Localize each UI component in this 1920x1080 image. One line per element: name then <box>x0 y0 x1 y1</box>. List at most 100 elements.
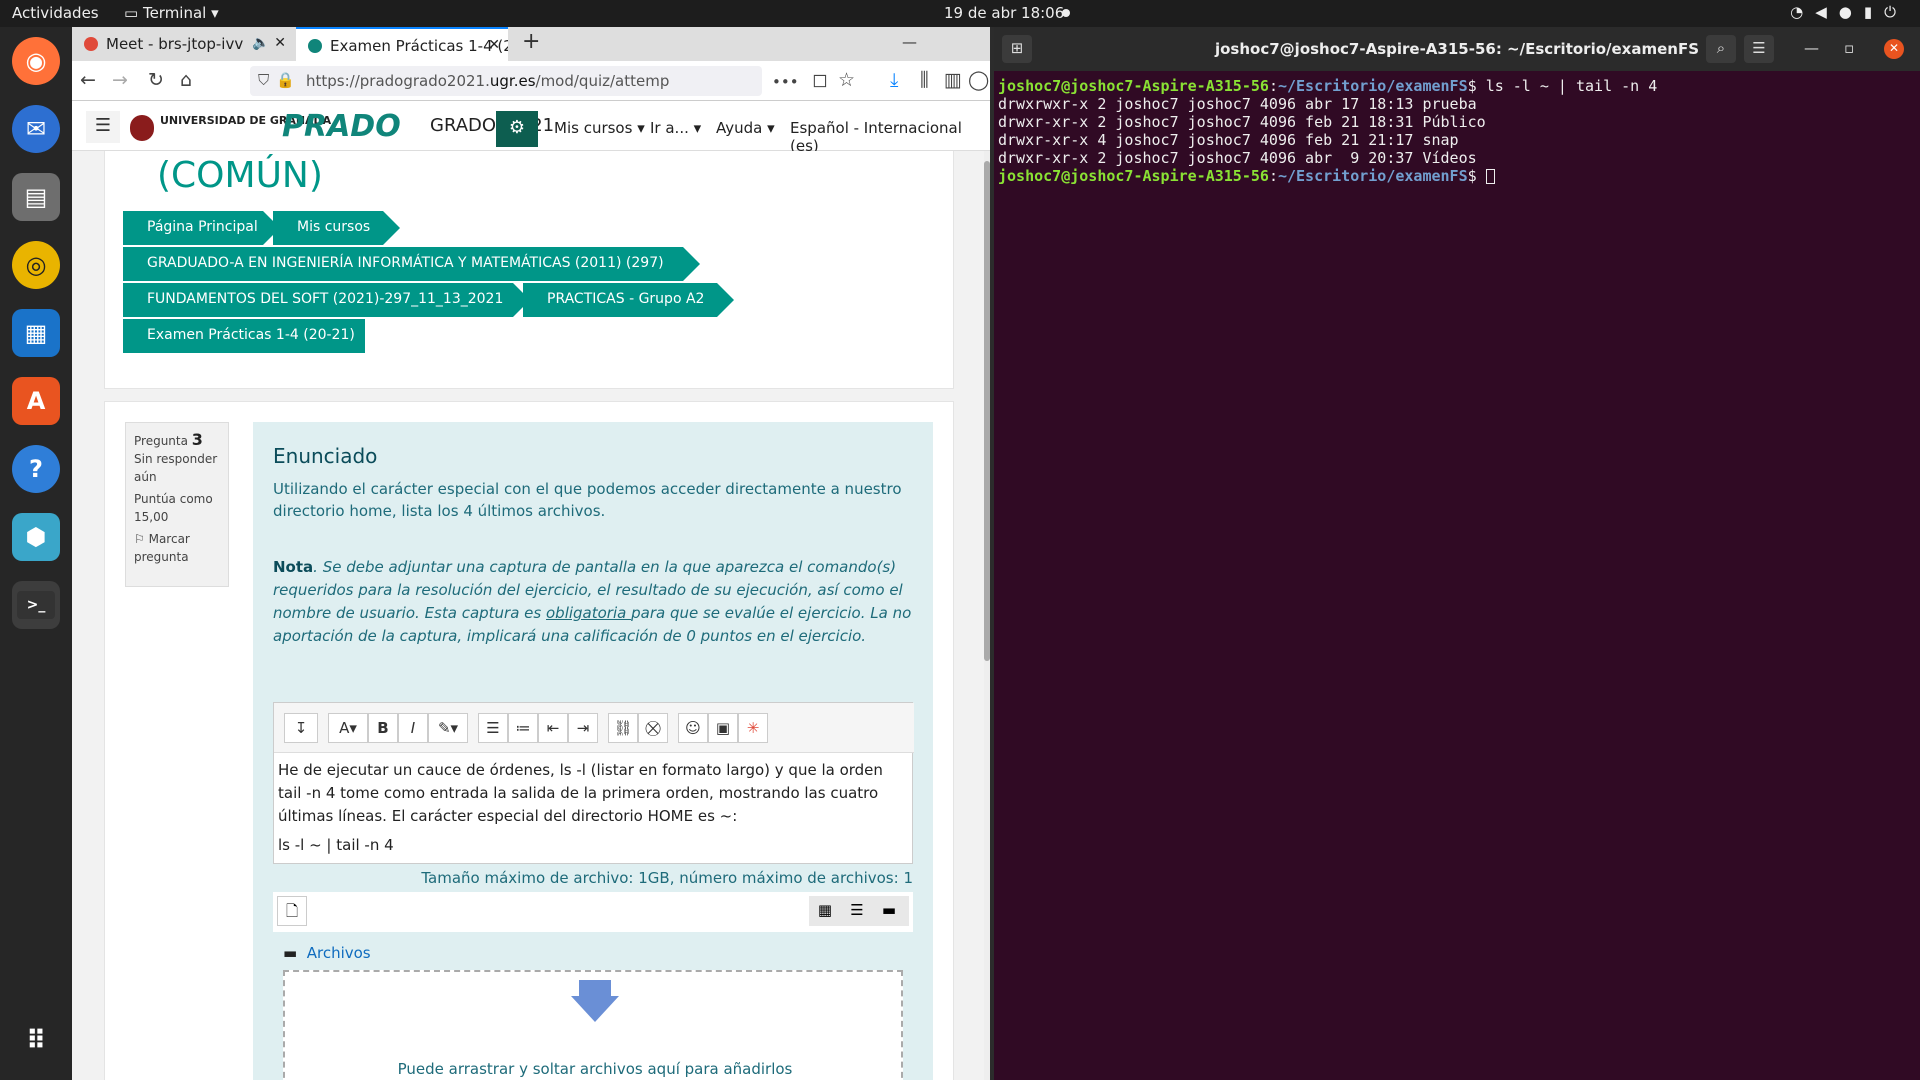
software-icon[interactable]: A <box>12 377 60 425</box>
tab-exam[interactable]: Examen Prácticas 1-4 (20 ✕ <box>296 27 508 61</box>
nav-ir-a[interactable]: Ir a... ▾ <box>650 119 701 137</box>
pocket-icon[interactable]: ◻ <box>812 69 828 91</box>
nav-label: Mis cursos <box>554 119 633 137</box>
nav-mis-cursos[interactable]: Mis cursos ▾ <box>554 119 645 137</box>
firefox-icon[interactable]: ◉ <box>12 37 60 85</box>
nav-ayuda[interactable]: Ayuda ▾ <box>716 119 775 137</box>
tab-meet[interactable]: Meet - brs-jtop-ivv 🔈 ✕ <box>72 27 294 61</box>
new-tab-button[interactable]: + <box>522 29 540 54</box>
editor-content[interactable]: He de ejecutar un cauce de órdenes, ls -… <box>278 759 888 857</box>
emoji-icon[interactable]: ☺ <box>678 713 708 743</box>
link-icon[interactable]: ⛓ <box>608 713 638 743</box>
font-style-icon[interactable]: A▾ <box>328 713 368 743</box>
file-drop-zone[interactable]: Puede arrastrar y soltar archivos aquí p… <box>283 970 903 1080</box>
apps-grid-icon[interactable]: ⠿ <box>12 1017 60 1065</box>
outdent-icon[interactable]: ⇤ <box>538 713 568 743</box>
activities-button[interactable]: Actividades <box>12 4 99 22</box>
hamburger-icon[interactable]: ☰ <box>1744 35 1774 63</box>
h5p-icon[interactable]: ✳ <box>738 713 768 743</box>
header-card: (COMÚN) Página Principal Mis cursos GRAD… <box>104 151 954 389</box>
download-icon[interactable]: ⤓ <box>890 69 898 91</box>
question-info: Pregunta 3 Sin responder aún Puntúa como… <box>125 422 229 587</box>
url-prefix: https://pradogrado2021. <box>306 72 490 90</box>
back-icon[interactable]: ← <box>80 69 96 91</box>
question-number: 3 <box>191 430 203 449</box>
thunderbird-icon[interactable]: ✉ <box>12 105 60 153</box>
url-bar[interactable]: ⛉ 🔒 https://pradogrado2021.ugr.es/mod/qu… <box>250 66 762 96</box>
unlink-icon[interactable]: ⛒ <box>638 713 668 743</box>
numbered-list-icon[interactable]: ≔ <box>508 713 538 743</box>
rhythmbox-icon[interactable]: ◎ <box>12 241 60 289</box>
question-label: Pregunta <box>134 434 188 448</box>
writer-icon[interactable]: ▦ <box>12 309 60 357</box>
file-manager-toolbar: 🗋 ▦ ☰ ▬ <box>273 892 913 932</box>
terminal-title: joshoc7@joshoc7-Aspire-A315-56: ~/Escrit… <box>1214 40 1699 58</box>
home-icon[interactable]: ⌂ <box>180 69 192 91</box>
app-menu[interactable]: ▭ Terminal ▾ <box>124 4 219 22</box>
minimize-icon[interactable]: — <box>902 33 917 51</box>
prado-logo[interactable]: PRADO <box>282 109 401 144</box>
list-view-icon[interactable]: ☰ <box>841 896 873 919</box>
settings-button[interactable]: ⚙ <box>496 111 538 147</box>
menu-icon[interactable]: ☰ <box>86 111 120 143</box>
breadcrumb-item[interactable]: Examen Prácticas 1-4 (20-21) <box>123 319 365 353</box>
terminal-window: ⊞ joshoc7@joshoc7-Aspire-A315-56: ~/Escr… <box>994 27 1920 1080</box>
university-seal-icon <box>130 115 154 141</box>
search-icon[interactable]: ⌕ <box>1706 35 1736 63</box>
indent-icon[interactable]: ⇥ <box>568 713 598 743</box>
help-icon[interactable]: ? <box>12 445 60 493</box>
page-scrollbar[interactable] <box>984 151 990 1080</box>
account-icon[interactable]: ◯ <box>968 69 989 91</box>
maximize-icon[interactable]: ▫ <box>1844 39 1854 57</box>
tree-view-icon[interactable]: ▬ <box>873 896 905 919</box>
volume-icon: ◀ <box>1815 3 1839 21</box>
close-icon[interactable]: ✕ <box>1884 39 1904 59</box>
close-icon[interactable]: ✕ <box>488 37 500 53</box>
grid-view-icon[interactable]: ▦ <box>809 896 841 919</box>
note-label: Nota <box>273 558 314 576</box>
breadcrumb-item[interactable]: GRADUADO-A EN INGENIERÍA INFORMÁTICA Y M… <box>123 247 700 281</box>
add-file-icon[interactable]: 🗋 <box>277 896 307 926</box>
expand-toolbar-icon[interactable]: ↧ <box>284 713 318 743</box>
question-text: Utilizando el carácter especial con el q… <box>273 480 902 520</box>
reload-icon[interactable]: ↻ <box>148 69 164 91</box>
minimize-icon[interactable]: — <box>1804 39 1819 57</box>
browser-window: Meet - brs-jtop-ivv 🔈 ✕ Examen Prácticas… <box>72 27 990 1080</box>
flag-question[interactable]: ⚐ Marcar pregunta <box>134 530 220 566</box>
drop-arrow-head <box>571 996 619 1022</box>
answer-editor[interactable]: ↧ A▾ B I ✎▾ ☰ ≔ ⇤ ⇥ ⛓ ⛒ ☺ ▣ ✳ He de ejec… <box>273 702 914 864</box>
breadcrumb-item[interactable]: PRACTICAS - Grupo A2 <box>523 283 734 317</box>
text-color-icon[interactable]: ✎▾ <box>428 713 468 743</box>
3d-icon[interactable]: ⬢ <box>12 513 60 561</box>
more-icon[interactable]: ••• <box>772 73 799 91</box>
view-buttons: ▦ ☰ ▬ <box>809 896 909 926</box>
image-icon[interactable]: ▣ <box>708 713 738 743</box>
tab-label: Meet - brs-jtop-ivv <box>106 35 244 53</box>
page-content: (COMÚN) Página Principal Mis cursos GRAD… <box>72 151 990 1080</box>
clock[interactable]: 19 de abr 18:06 <box>944 4 1064 22</box>
question-number-row: Pregunta 3 <box>134 431 220 450</box>
breadcrumb-item[interactable]: FUNDAMENTOS DEL SOFT (2021)-297_11_13_20… <box>123 283 530 317</box>
library-icon[interactable]: ⫼ <box>920 69 929 91</box>
question-body: Enunciado Utilizando el carácter especia… <box>253 422 933 1080</box>
bullet-list-icon[interactable]: ☰ <box>478 713 508 743</box>
terminal-icon[interactable]: >_ <box>12 581 60 629</box>
forward-icon[interactable]: → <box>112 69 128 91</box>
breadcrumb-item[interactable]: Mis cursos <box>273 211 400 245</box>
folder-path[interactable]: ▬ Archivos <box>283 944 371 962</box>
files-icon[interactable]: ▤ <box>12 173 60 221</box>
sidebar-icon[interactable]: ▥ <box>944 69 962 91</box>
close-icon[interactable]: 🔈 ✕ <box>252 35 286 51</box>
system-tray[interactable]: ◔◀●▮⏻ <box>1790 3 1908 21</box>
question-note: Nota. Se debe adjuntar una captura de pa… <box>273 556 913 648</box>
folder-icon: ▬ <box>283 944 298 962</box>
nav-language[interactable]: Español - Internacional (es) <box>790 119 990 155</box>
scrollbar-thumb[interactable] <box>984 161 990 661</box>
terminal-cursor <box>1485 169 1495 184</box>
bold-icon[interactable]: B <box>368 713 398 743</box>
star-icon[interactable]: ☆ <box>838 69 855 91</box>
terminal-output[interactable]: joshoc7@joshoc7-Aspire-A315-56:~/Escrito… <box>998 77 1657 185</box>
italic-icon[interactable]: I <box>398 713 428 743</box>
breadcrumb-item[interactable]: Página Principal <box>123 211 280 245</box>
question-status: Sin responder aún <box>134 452 218 484</box>
